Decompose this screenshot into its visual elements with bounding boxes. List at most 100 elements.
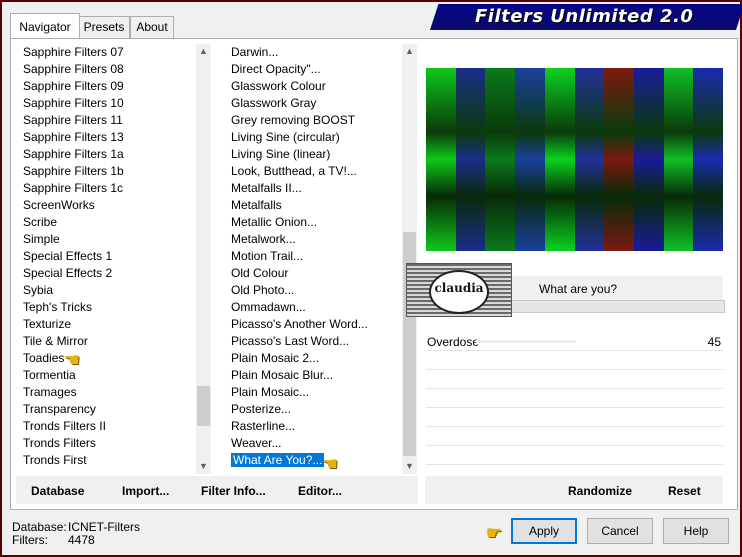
filter-list-item[interactable]: Darwin... xyxy=(231,44,278,61)
filter-list-item[interactable]: Weaver... xyxy=(231,435,281,452)
category-list-item[interactable]: Sapphire Filters 1b xyxy=(23,163,124,180)
filter-list-item[interactable]: Ommadawn... xyxy=(231,299,306,316)
category-list-item[interactable]: Scribe xyxy=(23,214,57,231)
category-list-item[interactable]: Sapphire Filters 1c xyxy=(23,180,123,197)
filter-list-item[interactable]: Old Colour xyxy=(231,265,288,282)
category-list-item[interactable]: Sapphire Filters 08 xyxy=(23,61,124,78)
filter-list-item[interactable]: Rasterline... xyxy=(231,418,295,435)
filter-list-item-label: Rasterline... xyxy=(231,419,296,433)
scroll-up-icon[interactable]: ▲ xyxy=(402,44,417,59)
category-list-item-label: Toadies xyxy=(23,351,65,365)
randomize-button[interactable]: Randomize xyxy=(568,484,632,498)
filter-list-item[interactable]: Look, Butthead, a TV!... xyxy=(231,163,357,180)
category-scroll-thumb[interactable] xyxy=(197,386,210,426)
scroll-up-icon[interactable]: ▲ xyxy=(196,44,211,59)
filter-list-item[interactable]: Motion Trail... xyxy=(231,248,303,265)
filter-list-item[interactable]: Glasswork Colour xyxy=(231,78,326,95)
category-list-item[interactable]: Special Effects 1 xyxy=(23,248,112,265)
category-list-item-label: Simple xyxy=(23,232,60,246)
filter-list-item[interactable]: Picasso's Another Word... xyxy=(231,316,368,333)
param-row-empty xyxy=(426,446,723,465)
category-list-item-label: Tronds Filters xyxy=(23,436,96,450)
category-list-item-label: Scribe xyxy=(23,215,58,229)
category-list-item[interactable]: Texturize xyxy=(23,316,71,333)
scroll-down-icon[interactable]: ▼ xyxy=(196,459,211,474)
filter-list-item[interactable]: Plain Mosaic... xyxy=(231,384,309,401)
category-list[interactable]: Sapphire Filters 07 Sapphire Filters 08 Sa… xyxy=(20,44,196,474)
filter-list-item[interactable]: Metallic Onion... xyxy=(231,214,317,231)
category-list-item[interactable]: Tronds Filters II xyxy=(23,418,106,435)
category-list-item-label: Sapphire Filters 1a xyxy=(23,147,124,161)
filter-list-item[interactable]: Grey removing BOOST xyxy=(231,112,355,129)
import-button[interactable]: Import... xyxy=(122,484,169,498)
param-name: Overdose xyxy=(427,335,480,349)
category-scrollbar[interactable]: ▲ ▼ xyxy=(196,44,211,474)
filter-list-item[interactable]: Plain Mosaic 2... xyxy=(231,350,319,367)
filter-list-item[interactable]: Metalfalls II... xyxy=(231,180,302,197)
category-list-item[interactable]: Sapphire Filters 07 xyxy=(23,44,124,61)
filter-info-button[interactable]: Filter Info... xyxy=(201,484,266,498)
pointing-hand-icon: ☚ xyxy=(64,350,81,370)
preview-band xyxy=(515,68,546,251)
apply-button[interactable]: Apply xyxy=(511,518,577,544)
preview-band xyxy=(574,68,606,251)
category-list-item[interactable]: Transparency xyxy=(23,401,96,418)
filter-list-item-label: Metalfalls xyxy=(231,198,282,212)
filter-list-item-label: Look, Butthead, a TV!... xyxy=(231,164,357,178)
filter-list-item[interactable]: Living Sine (linear) xyxy=(231,146,330,163)
database-button[interactable]: Database xyxy=(31,484,84,498)
scroll-down-icon[interactable]: ▼ xyxy=(402,459,417,474)
filter-list-item-label: Living Sine (circular) xyxy=(231,130,340,144)
tab-navigator[interactable]: Navigator xyxy=(10,13,80,38)
tab-about[interactable]: About xyxy=(130,16,174,38)
help-button[interactable]: Help xyxy=(663,518,729,544)
category-list-item[interactable]: Tramages xyxy=(23,384,77,401)
param-row-empty xyxy=(426,427,723,446)
category-list-item[interactable]: Tile & Mirror xyxy=(23,333,88,350)
category-list-item[interactable]: Sapphire Filters 13 xyxy=(23,129,124,146)
category-list-item[interactable]: Tronds Filters xyxy=(23,435,96,452)
editor-button[interactable]: Editor... xyxy=(298,484,342,498)
filter-list-item[interactable]: Plain Mosaic Blur... xyxy=(231,367,333,384)
category-list-item-label: Tronds First xyxy=(23,453,87,467)
filter-list[interactable]: Darwin... Direct Opacity"... Glasswork Col… xyxy=(228,44,402,474)
filter-list-item[interactable]: Living Sine (circular) xyxy=(231,129,340,146)
category-list-item[interactable]: Sapphire Filters 10 xyxy=(23,95,124,112)
category-list-item[interactable]: Simple xyxy=(23,231,60,248)
param-row-empty xyxy=(426,370,723,389)
filter-list-item-label: Plain Mosaic... xyxy=(231,385,310,399)
filter-list-item-label: Picasso's Last Word... xyxy=(231,334,350,348)
category-list-item[interactable]: Tronds First xyxy=(23,452,87,469)
cancel-button[interactable]: Cancel xyxy=(587,518,653,544)
category-list-item[interactable]: Sapphire Filters 09 xyxy=(23,78,124,95)
category-list-item[interactable]: Sapphire Filters 11 xyxy=(23,112,123,129)
filter-list-item-label: Ommadawn... xyxy=(231,300,306,314)
param-row-empty xyxy=(426,351,723,370)
filter-list-item-label: What Are You?... xyxy=(229,452,326,468)
category-list-item-label: Sapphire Filters 07 xyxy=(23,45,124,59)
filter-list-item-label: Picasso's Another Word... xyxy=(231,317,368,331)
category-list-item[interactable]: Sapphire Filters 1a xyxy=(23,146,124,163)
category-list-item-label: Transparency xyxy=(23,402,96,416)
category-list-item[interactable]: Special Effects 2 xyxy=(23,265,112,282)
filter-list-item-label: Living Sine (linear) xyxy=(231,147,331,161)
filter-scrollbar[interactable]: ▲ ▼ xyxy=(402,44,417,474)
filter-list-item[interactable]: Glasswork Gray xyxy=(231,95,316,112)
filter-list-item[interactable]: Posterize... xyxy=(231,401,291,418)
param-slider[interactable] xyxy=(476,340,576,343)
filter-list-item[interactable]: Metalwork... xyxy=(231,231,296,248)
category-list-item[interactable]: ScreenWorks xyxy=(23,197,95,214)
filter-list-item[interactable]: What Are You?... xyxy=(229,452,326,469)
filter-list-item[interactable]: Picasso's Last Word... xyxy=(231,333,349,350)
param-row-overdose[interactable]: Overdose 45 xyxy=(426,332,723,351)
preview-band xyxy=(693,68,723,251)
category-list-item[interactable]: Teph's Tricks xyxy=(23,299,92,316)
filter-list-item[interactable]: Old Photo... xyxy=(231,282,294,299)
filter-list-item[interactable]: Direct Opacity"... xyxy=(231,61,321,78)
filter-list-item[interactable]: Metalfalls xyxy=(231,197,282,214)
reset-button[interactable]: Reset xyxy=(668,484,701,498)
database-label: Database: xyxy=(12,520,67,534)
category-list-item[interactable]: Sybia xyxy=(23,282,53,299)
tab-presets[interactable]: Presets xyxy=(78,16,130,38)
category-list-item[interactable]: Toadies xyxy=(23,350,64,367)
